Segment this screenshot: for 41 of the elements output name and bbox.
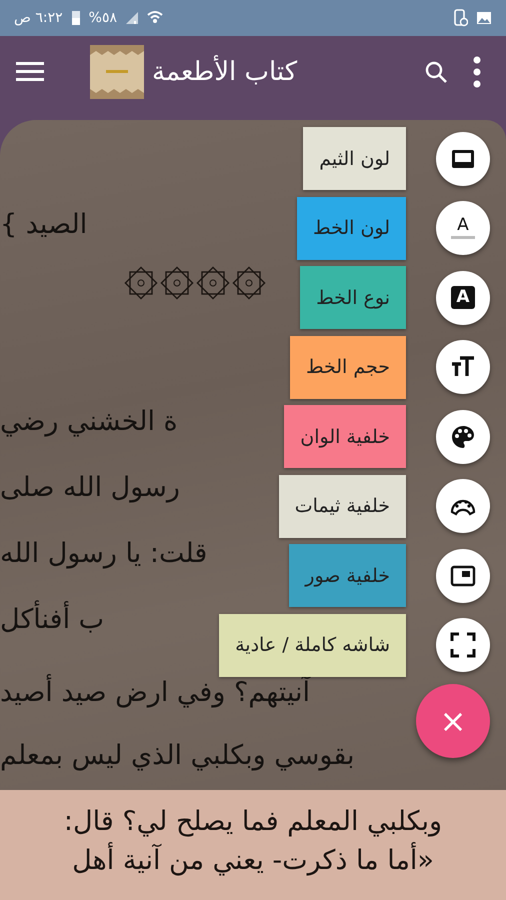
more-icon [472, 56, 482, 88]
text-line: ة الخشني رضي [0, 405, 178, 439]
menu-label[interactable]: نوع الخط [300, 266, 406, 330]
menu-label[interactable]: خلفية ثيمات [278, 474, 406, 538]
logo-icon [90, 45, 144, 99]
phone-timer-icon [454, 9, 468, 27]
fullscreen-icon [450, 632, 476, 658]
palette-icon [450, 424, 476, 450]
font-icon: A [451, 286, 475, 310]
menu-label[interactable]: خلفية الوان [284, 405, 406, 468]
text-line: رسول الله صلى [0, 471, 180, 505]
menu-label[interactable]: لون الخط [297, 196, 406, 260]
text-line: بقوسي وبكلبي الذي ليس بمعلم [0, 739, 355, 773]
more-button[interactable] [472, 56, 482, 88]
app-title: كتاب الأطعمة [152, 54, 298, 88]
battery-text: %٥٨ [88, 8, 118, 28]
font-size-button[interactable] [436, 340, 490, 394]
signal-icon [125, 11, 140, 25]
text-line: قلت: يا رسول الله [0, 537, 208, 571]
search-button[interactable] [424, 60, 448, 84]
clock-text: ٦:٢٢ ص [14, 8, 63, 28]
close-button[interactable]: × [416, 684, 490, 758]
text-line: وبكلبي المعلم فما يصلح لي؟ قال: [62, 805, 444, 839]
menu-label[interactable]: حجم الخط [290, 336, 406, 399]
picture-button[interactable] [436, 548, 490, 603]
fullscreen-button[interactable] [436, 618, 490, 672]
menu-label[interactable]: خلفية صور [289, 544, 406, 608]
font-type-button[interactable]: A [436, 270, 490, 325]
themes-button[interactable] [436, 479, 490, 534]
theme-button[interactable] [436, 132, 490, 186]
wifi-icon [147, 10, 164, 26]
font-color-button[interactable]: A [436, 201, 490, 256]
search-icon [424, 60, 448, 84]
text-line: الصيد } [0, 208, 88, 242]
battery-icon [70, 10, 81, 26]
menu-label[interactable]: لون الثيم [303, 127, 406, 190]
text-line: «أما ما ذكرت- يعني من آنية أهل [0, 841, 506, 880]
text-line: ب أفنأكل [0, 587, 104, 653]
palette-button[interactable] [436, 410, 490, 464]
image-icon [476, 11, 492, 25]
menu-label[interactable]: شاشه كاملة / عادية [219, 614, 406, 677]
